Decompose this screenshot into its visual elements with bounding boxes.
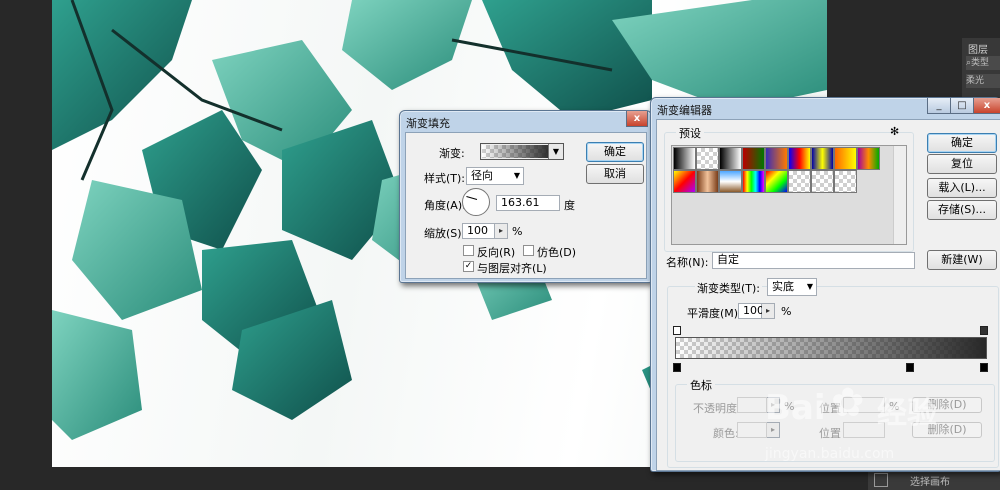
chevron-down-icon: ▼ xyxy=(513,171,520,180)
new-button[interactable]: 新建(W) xyxy=(927,250,997,270)
color-stop-middle[interactable] xyxy=(906,363,914,372)
location-input-1[interactable] xyxy=(843,397,885,413)
preset-custom[interactable] xyxy=(834,170,857,193)
opacity-unit: % xyxy=(784,400,795,413)
blend-mode-select[interactable]: 柔光 xyxy=(966,74,1000,88)
opacity-input[interactable] xyxy=(737,397,767,413)
chevron-down-icon: ▼ xyxy=(806,282,813,291)
preset-violet-green[interactable] xyxy=(857,147,880,170)
angle-dial-needle xyxy=(466,195,478,200)
reset-button[interactable]: 复位 xyxy=(927,154,997,174)
scale-stepper-icon[interactable]: ▸ xyxy=(495,223,508,239)
color-swatch-input[interactable] xyxy=(737,422,767,438)
opacity-stop-left[interactable] xyxy=(673,326,681,335)
layer-filter-search[interactable]: ⌕类型 xyxy=(966,56,1000,70)
gradient-bar[interactable] xyxy=(675,337,987,359)
angle-label: 角度(A): xyxy=(424,199,466,212)
smoothness-unit: % xyxy=(781,305,792,318)
location-label-1: 位置 xyxy=(819,402,841,415)
location-label-2: 位置 xyxy=(819,427,841,440)
color-stop-right[interactable] xyxy=(980,363,988,372)
preset-spectrum[interactable] xyxy=(742,170,765,193)
align-with-layer-checkbox[interactable]: ✓ xyxy=(463,261,474,272)
scale-label: 缩放(S): xyxy=(424,227,466,240)
delete-button-1[interactable]: 删除(D) xyxy=(912,397,982,413)
dialog-title: 渐变填充 xyxy=(406,117,450,130)
opacity-stepper-icon[interactable]: ▸ xyxy=(767,397,780,413)
preset-scrollbar[interactable] xyxy=(893,146,906,244)
gradient-picker[interactable]: ▼ xyxy=(480,143,564,160)
smoothness-stepper-icon[interactable]: ▸ xyxy=(762,303,775,319)
preset-orange-yellow[interactable] xyxy=(834,147,857,170)
style-select[interactable]: 径向 ▼ xyxy=(466,167,524,185)
ok-button[interactable]: 确定 xyxy=(586,142,644,162)
name-input[interactable]: 自定 xyxy=(712,252,915,269)
location-unit-1: % xyxy=(889,400,900,413)
preset-transparent-rainbow[interactable] xyxy=(788,170,811,193)
preset-swatch-grid xyxy=(671,145,907,245)
scale-input[interactable]: 100 xyxy=(462,223,495,239)
preset-blue-red-yellow[interactable] xyxy=(788,147,811,170)
preset-fg-bg[interactable] xyxy=(673,147,696,170)
gradient-fill-dialog: 渐变填充 x 渐变: ▼ 样式(T): 径向 ▼ 角度(A): 163.61 度… xyxy=(399,110,652,283)
gear-icon[interactable]: ✻ xyxy=(890,125,899,138)
dialog-title: 渐变编辑器 xyxy=(657,104,712,117)
style-label: 样式(T): xyxy=(424,172,466,185)
close-button[interactable]: x xyxy=(626,111,648,127)
layers-panel: 图层 ⌕类型 柔光 xyxy=(962,38,1000,98)
preset-yellow-violet[interactable] xyxy=(673,170,696,193)
minimize-button[interactable]: _ xyxy=(927,98,951,114)
dialog-body: 预设 ✻ 确定 复位 载入(L)... 存储(S)... 名称(N): 自定 新… xyxy=(656,119,1000,471)
preset-copper[interactable] xyxy=(696,170,719,193)
gradient-bar-fill xyxy=(676,338,986,358)
presets-label: 预设 xyxy=(676,125,704,141)
color-stops-label: 色标 xyxy=(687,377,715,393)
color-stop-left[interactable] xyxy=(673,363,681,372)
name-label: 名称(N): xyxy=(666,256,709,269)
angle-input[interactable]: 163.61 xyxy=(496,195,560,211)
maximize-button[interactable]: □ xyxy=(950,98,974,114)
dither-label: 仿色(D) xyxy=(537,246,577,259)
opacity-label: 不透明度: xyxy=(693,402,741,415)
delete-button-2[interactable]: 删除(D) xyxy=(912,422,982,438)
preset-blue-yellow-blue[interactable] xyxy=(811,147,834,170)
color-stepper-icon[interactable]: ▸ xyxy=(767,422,780,438)
layers-tab[interactable]: 图层 xyxy=(968,41,988,56)
preset-chrome[interactable] xyxy=(719,170,742,193)
gradient-type-label: 渐变类型(T): xyxy=(695,280,763,296)
preset-violet-orange[interactable] xyxy=(765,147,788,170)
dialog-body: 渐变: ▼ 样式(T): 径向 ▼ 角度(A): 163.61 度 缩放(S):… xyxy=(405,132,647,279)
reverse-checkbox[interactable] xyxy=(463,245,474,256)
preset-rainbow[interactable] xyxy=(765,170,788,193)
smoothness-input[interactable]: 100 xyxy=(738,303,764,319)
reverse-label: 反向(R) xyxy=(477,246,516,259)
smoothness-label: 平滑度(M): xyxy=(687,307,742,320)
preset-black-white[interactable] xyxy=(719,147,742,170)
chevron-down-icon[interactable]: ▼ xyxy=(548,144,563,159)
location-input-2[interactable] xyxy=(843,422,885,438)
select-canvas-label[interactable]: 选择画布 xyxy=(910,473,950,488)
bottom-toolbar: 选择画布 xyxy=(868,470,1000,490)
opacity-stop-right[interactable] xyxy=(980,326,988,335)
angle-unit: 度 xyxy=(564,199,575,212)
angle-dial[interactable] xyxy=(462,188,490,216)
cancel-button[interactable]: 取消 xyxy=(586,164,644,184)
gradient-editor-dialog: 渐变编辑器 _ □ x 预设 ✻ 确定 复位 载入(L)... 存储(S)...… xyxy=(650,97,1000,472)
gradient-preview-overlay xyxy=(482,145,548,158)
save-button[interactable]: 存储(S)... xyxy=(927,200,997,220)
ok-button[interactable]: 确定 xyxy=(927,133,997,153)
preset-red-green[interactable] xyxy=(742,147,765,170)
preset-transparent-stripes[interactable] xyxy=(811,170,834,193)
color-label: 颜色: xyxy=(713,427,739,440)
dither-checkbox[interactable] xyxy=(523,245,534,256)
layers-icon xyxy=(874,473,888,487)
preset-fg-transparent[interactable] xyxy=(696,147,719,170)
gradient-label: 渐变: xyxy=(439,147,465,160)
close-button[interactable]: x xyxy=(973,98,1000,114)
align-with-layer-label: 与图层对齐(L) xyxy=(477,262,547,275)
load-button[interactable]: 载入(L)... xyxy=(927,178,997,198)
gradient-type-select[interactable]: 实底 ▼ xyxy=(767,278,817,296)
scale-unit: % xyxy=(512,225,523,238)
